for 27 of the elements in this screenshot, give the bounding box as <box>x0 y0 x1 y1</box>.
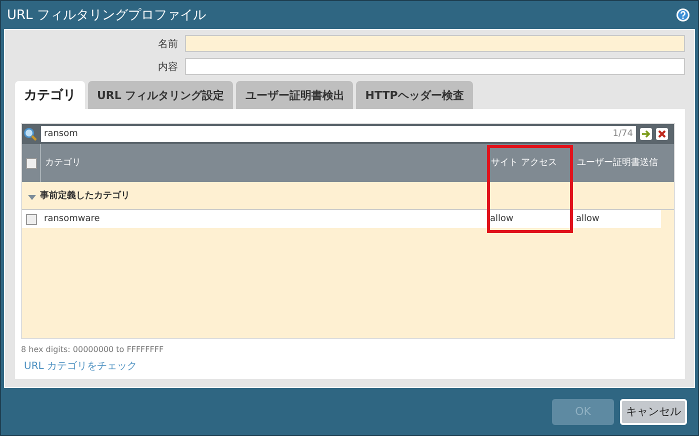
hint-text: 8 hex digits: 00000000 to FFFFFFFF <box>21 345 165 354</box>
search-field[interactable]: ransom 1/74 <box>41 126 636 142</box>
tab[interactable]: HTTPヘッダー検査 <box>356 81 473 109</box>
group-label: 事前定義したカテゴリ <box>40 189 130 202</box>
help-icon[interactable] <box>676 8 690 22</box>
close-icon[interactable] <box>656 128 668 140</box>
tab[interactable]: カテゴリ <box>15 81 85 109</box>
column-header[interactable]: カテゴリ <box>45 157 81 169</box>
field-label: 内容 <box>157 60 179 74</box>
field-label: 名前 <box>157 38 179 50</box>
input-field[interactable] <box>185 35 685 52</box>
table-cell: allow <box>576 214 600 224</box>
table-cell: allow <box>490 214 514 224</box>
cancel-button[interactable]: キャンセル <box>620 398 687 424</box>
input-field[interactable] <box>185 58 685 75</box>
search-icon <box>23 127 37 141</box>
table-cell: ransomware <box>44 214 100 224</box>
arrow-icon[interactable] <box>640 128 652 140</box>
checkbox[interactable] <box>26 158 36 168</box>
checkbox[interactable] <box>26 214 36 224</box>
column-header[interactable]: ユーザー証明書送信 <box>577 157 658 169</box>
tab[interactable]: URL フィルタリング設定 <box>88 81 234 109</box>
tab[interactable]: ユーザー証明書検出 <box>236 81 354 109</box>
column-header[interactable]: サイト アクセス <box>491 157 557 169</box>
check-category-link[interactable]: URL カテゴリをチェック <box>24 359 138 373</box>
window-title: URL フィルタリングプロファイル <box>7 7 206 24</box>
expand-icon[interactable] <box>28 194 36 200</box>
